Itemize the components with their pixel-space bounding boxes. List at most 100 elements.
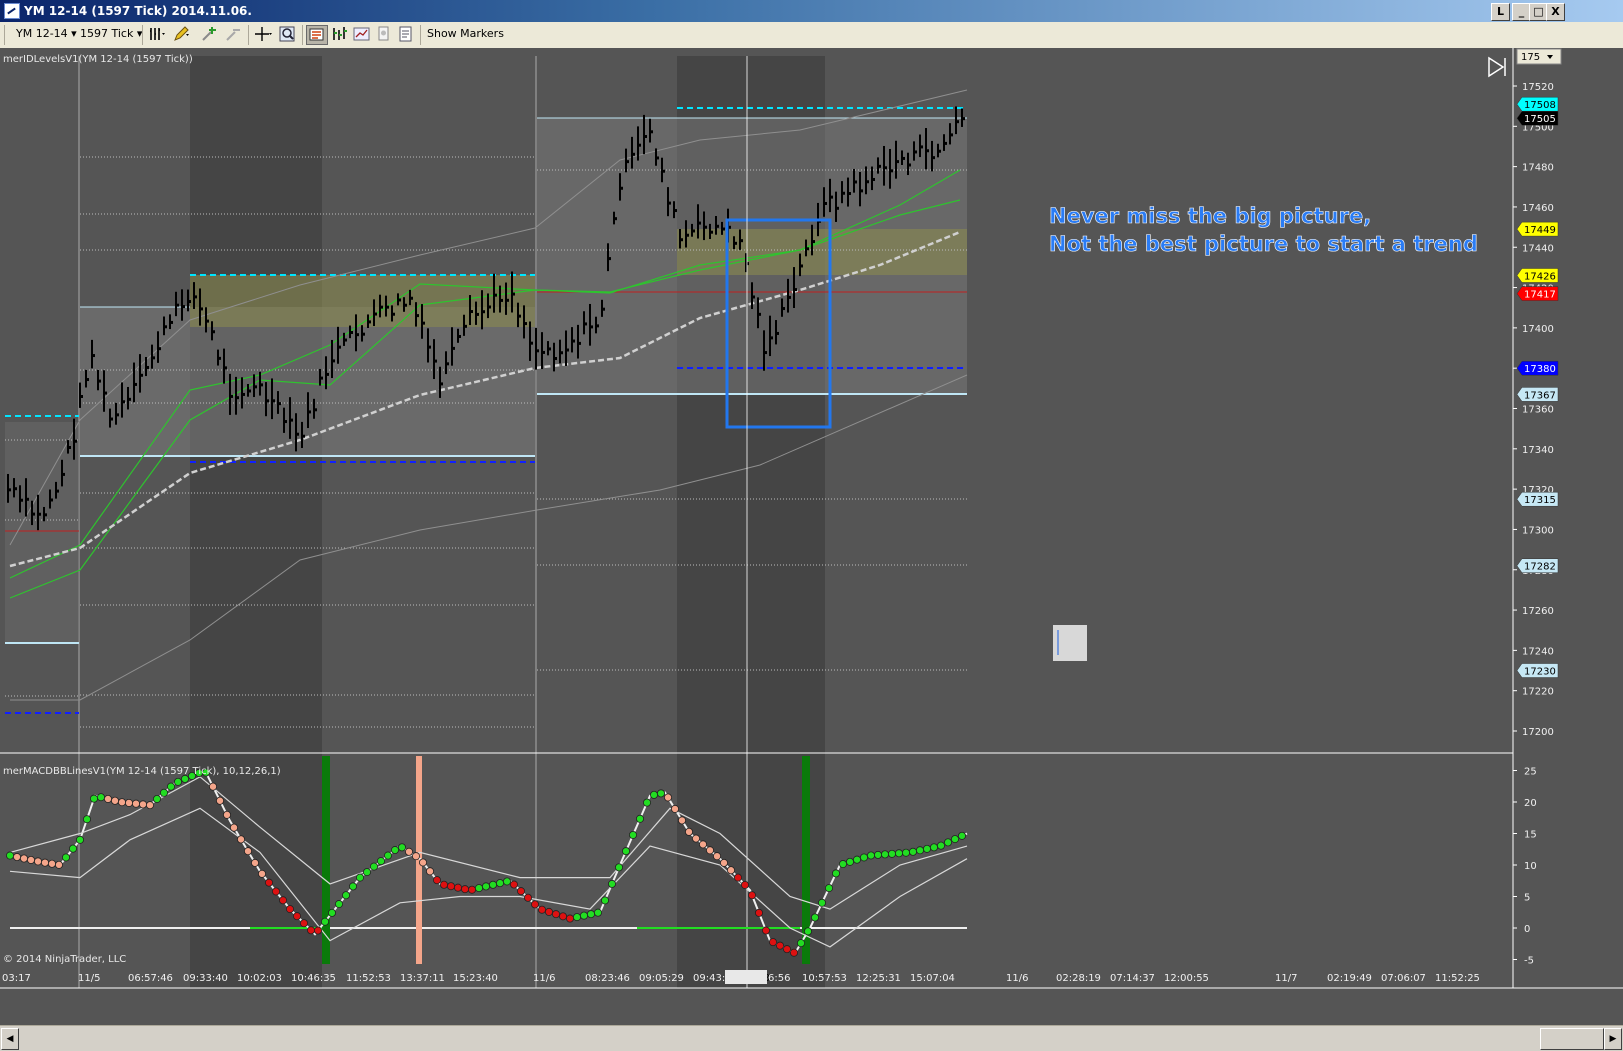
macd-dot [208, 782, 217, 791]
interval-selector[interactable]: 1597 Tick ▾ [80, 27, 142, 40]
macd-dot [909, 847, 918, 856]
macd-dot [783, 945, 792, 954]
price-bar-close [169, 320, 173, 324]
price-bar-close [433, 359, 437, 363]
price-bar-close [607, 257, 611, 261]
price-tag: 17508 [1516, 96, 1559, 112]
price-bar-close [961, 117, 965, 121]
price-bar-close [7, 488, 11, 492]
price-tag-label: 17282 [1524, 562, 1556, 573]
time-tick-label: 15:23:40 [453, 973, 498, 984]
price-bar-close [271, 399, 275, 403]
link-button[interactable]: L [1491, 3, 1510, 21]
macd-dot [439, 880, 448, 889]
ref-icon[interactable] [374, 25, 394, 43]
price-bar-close [427, 345, 431, 349]
scroll-right-arrow[interactable]: ▶ [1604, 1028, 1622, 1050]
price-tag-label: 17505 [1524, 114, 1556, 125]
price-indicator-label: merIDLevelsV1(YM 12-14 (1597 Tick)) [3, 54, 193, 65]
price-tick-label: 17240 [1522, 646, 1554, 657]
macd-dot [467, 885, 476, 894]
price-tick-label: 17340 [1522, 445, 1554, 456]
price-bar-close [871, 177, 875, 181]
macd-dot [692, 834, 701, 843]
macd-dot [629, 830, 638, 839]
price-bar-close [883, 166, 887, 170]
notes-icon[interactable] [396, 25, 416, 43]
macd-dot [152, 794, 161, 803]
time-tick-label: 02:28:19 [1056, 973, 1101, 984]
price-bar-close [673, 209, 677, 213]
price-bar-close [235, 396, 239, 400]
macd-dot [19, 854, 28, 863]
price-bar-close [343, 338, 347, 342]
macd-dot [131, 799, 140, 808]
instrument-selector[interactable]: YM 12-14 ▾ [16, 27, 77, 40]
properties-icon[interactable] [352, 25, 372, 43]
hotkey-remove-icon[interactable] [224, 25, 244, 43]
macd-dot [678, 816, 687, 825]
macd-dot [97, 793, 106, 802]
price-bar-close [811, 240, 815, 244]
chart-trader-icon[interactable] [330, 25, 350, 43]
price-bar-close [565, 348, 569, 352]
macd-dot [846, 857, 855, 866]
price-bar-close [307, 410, 311, 414]
window-titlebar: YM 12-14 (1597 Tick) 2014.11.06. L _ □ X [0, 0, 1623, 22]
show-markers-button[interactable]: Show Markers [427, 27, 504, 40]
macd-dot [229, 823, 238, 832]
macd-tick-label: 0 [1524, 924, 1530, 935]
price-bar-close [37, 512, 41, 516]
price-tick-label: 17480 [1522, 163, 1554, 174]
macd-dot [706, 846, 715, 855]
macd-dot [587, 910, 596, 919]
horizontal-scrollbar[interactable]: ◀ ▶ [0, 1025, 1623, 1051]
price-bar-close [481, 310, 485, 314]
scroll-to-end-icon[interactable] [1488, 56, 1506, 78]
macd-dot [257, 869, 266, 878]
price-bar-close [733, 241, 737, 245]
macd-dot [944, 838, 953, 847]
hotkey-add-icon[interactable] [200, 25, 220, 43]
price-bar-close [799, 264, 803, 268]
time-tick-label: 11:52:25 [1435, 973, 1480, 984]
price-bar-close [349, 330, 353, 334]
price-tick-label: 17440 [1522, 243, 1554, 254]
price-bar-close [421, 321, 425, 325]
price-bar-close [907, 163, 911, 167]
draw-pencil-icon[interactable] [172, 25, 192, 43]
close-button[interactable]: X [1546, 3, 1565, 21]
scroll-left-arrow[interactable]: ◀ [1, 1028, 19, 1050]
time-tick-label: 10:46:35 [291, 973, 336, 984]
price-bar-close [127, 397, 131, 401]
scroll-thumb[interactable] [1540, 1028, 1604, 1050]
price-bar-close [319, 376, 323, 380]
price-bar-close [313, 408, 317, 412]
price-bar-close [661, 169, 665, 173]
bar-style-icon[interactable] [148, 25, 168, 43]
time-tick-label: 11:52:53 [346, 973, 391, 984]
price-tick-label: 17460 [1522, 203, 1554, 214]
price-bar-close [787, 295, 791, 299]
price-bar-close [499, 298, 503, 302]
macd-dot [76, 835, 85, 844]
chart-area[interactable]: 1752017500174801746017440174201740017380… [0, 48, 1623, 1025]
toolbar-separator [248, 25, 249, 45]
price-bar-close [379, 305, 383, 309]
data-box-icon[interactable] [306, 25, 328, 45]
macd-dot [62, 853, 71, 862]
price-bar-close [109, 417, 113, 421]
price-bar-close [451, 346, 455, 350]
price-bar-close [61, 472, 65, 476]
price-bar-close [877, 164, 881, 168]
price-bar-close [463, 324, 467, 328]
interval-label: 1597 Tick [80, 27, 134, 40]
zoom-icon[interactable] [278, 25, 298, 43]
macd-dot [790, 948, 799, 957]
price-bar-close [847, 192, 851, 196]
price-bar-close [487, 305, 491, 309]
crosshair-icon[interactable] [254, 25, 274, 43]
macd-dot [797, 939, 806, 948]
price-bar-close [469, 310, 473, 314]
price-bar-close [523, 322, 527, 326]
